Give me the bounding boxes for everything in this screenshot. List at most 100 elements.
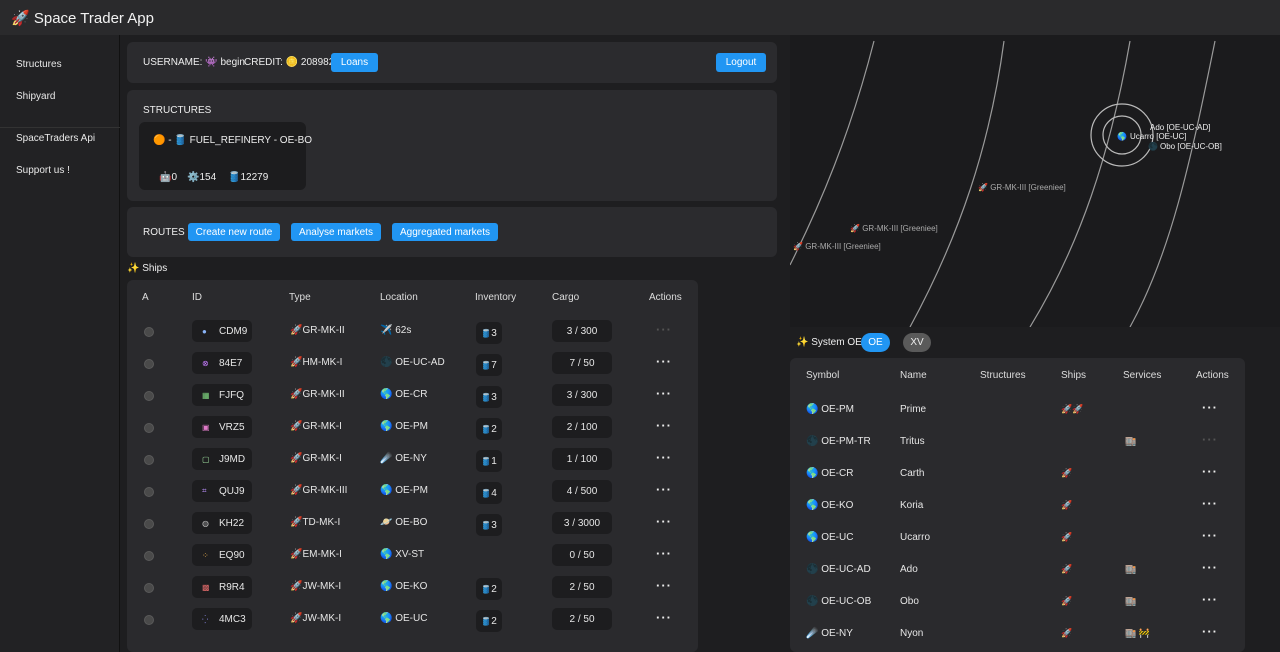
more-actions-icon[interactable]: ··· bbox=[656, 386, 672, 401]
table-row[interactable]: 🌑 OE-UC-OB Obo 🚀 🏬 ··· bbox=[790, 587, 1245, 619]
structure-item[interactable]: 🟠 - 🛢️ FUEL_REFINERY - OE-BO 🤖0 ⚙️154 🛢️… bbox=[139, 122, 312, 190]
inventory-chip[interactable]: 🛢️ 1 bbox=[476, 450, 502, 472]
ship-id-chip[interactable]: ● CDM9 bbox=[192, 320, 252, 342]
ship-id-chip[interactable]: ⁛ 4MC3 bbox=[192, 608, 252, 630]
ship-status-radio[interactable] bbox=[144, 487, 154, 497]
ship-status-radio[interactable] bbox=[144, 391, 154, 401]
more-actions-icon[interactable]: ··· bbox=[656, 418, 672, 433]
table-row[interactable]: ▣ VRZ5 🚀GR-MK-I 🌎 OE-PM 🛢️ 2 2 / 100 ··· bbox=[127, 412, 698, 444]
ship-avatar-icon: ⌗ bbox=[202, 486, 207, 495]
ship-marker-label[interactable]: 🚀 GR-MK-III [Greeniee] bbox=[793, 241, 881, 251]
table-row[interactable]: 🌑 OE-PM-TR Tritus 🏬 ··· bbox=[790, 427, 1245, 459]
ship-status-radio[interactable] bbox=[144, 551, 154, 561]
location-icon: 🌎 bbox=[380, 581, 393, 592]
ship-location: 🌎 OE-KO bbox=[380, 581, 428, 592]
more-actions-icon[interactable]: ··· bbox=[1202, 592, 1218, 607]
table-row[interactable]: ◍ KH22 🚀TD-MK-I 🪐 OE-BO 🛢️ 3 3 / 3000 ··· bbox=[127, 508, 698, 540]
table-row[interactable]: ● CDM9 🚀GR-MK-II ✈️ 62s 🛢️ 3 3 / 300 ··· bbox=[127, 316, 698, 348]
analyse-markets-button[interactable]: Analyse markets bbox=[291, 223, 381, 241]
rocket-icon: 🚀 bbox=[1061, 532, 1073, 542]
ship-id-chip[interactable]: ⊗ 84E7 bbox=[192, 352, 252, 374]
more-actions-icon[interactable]: ··· bbox=[656, 514, 672, 529]
more-actions-icon[interactable]: ··· bbox=[656, 610, 672, 625]
ship-id-chip[interactable]: ⁘ EQ90 bbox=[192, 544, 252, 566]
system-chip-xv[interactable]: XV bbox=[903, 333, 931, 352]
inventory-chip[interactable]: 🛢️ 3 bbox=[476, 322, 502, 344]
ship-id: CDM9 bbox=[219, 325, 248, 337]
planet-icon: 🌎 bbox=[806, 532, 819, 543]
table-row[interactable]: ⁛ 4MC3 🚀JW-MK-I 🌎 OE-UC 🛢️ 2 2 / 50 ··· bbox=[127, 604, 698, 636]
moon-label[interactable]: Obo [OE-UC-OB] bbox=[1160, 142, 1222, 151]
inventory-chip[interactable]: 🛢️ 3 bbox=[476, 514, 502, 536]
table-row[interactable]: 🌎 OE-KO Koria 🚀 ··· bbox=[790, 491, 1245, 523]
ship-status-radio[interactable] bbox=[144, 615, 154, 625]
inventory-chip[interactable]: 🛢️ 2 bbox=[476, 610, 502, 632]
table-row[interactable]: ⁘ EQ90 🚀EM-MK-I 🌎 XV-ST 0 / 50 ··· bbox=[127, 540, 698, 572]
sidebar-item-support[interactable]: Support us ! bbox=[16, 165, 70, 176]
ship-status-radio[interactable] bbox=[144, 327, 154, 337]
sidebar-item-spacetraders-api[interactable]: SpaceTraders Api bbox=[16, 133, 95, 144]
table-row[interactable]: 🌎 OE-PM Prime 🚀🚀 ··· bbox=[790, 395, 1245, 427]
table-row[interactable]: ⌗ QUJ9 🚀GR-MK-III 🌎 OE-PM 🛢️ 4 4 / 500 ··· bbox=[127, 476, 698, 508]
create-route-button[interactable]: Create new route bbox=[188, 223, 280, 241]
sidebar-item-structures[interactable]: Structures bbox=[16, 59, 62, 70]
ship-status-radio[interactable] bbox=[144, 423, 154, 433]
more-actions-icon[interactable]: ··· bbox=[656, 482, 672, 497]
username-value: begin bbox=[220, 57, 245, 68]
more-actions-icon[interactable]: ··· bbox=[656, 546, 672, 561]
sidebar: Structures Shipyard SpaceTraders Api Sup… bbox=[0, 35, 120, 652]
ship-id-chip[interactable]: ▩ R9R4 bbox=[192, 576, 252, 598]
aggregated-markets-button[interactable]: Aggregated markets bbox=[392, 223, 498, 241]
waypoint-name: Carth bbox=[900, 468, 925, 479]
location-icon: ☄️ bbox=[380, 453, 393, 464]
ship-id-chip[interactable]: ▢ J9MD bbox=[192, 448, 252, 470]
barrel-icon: 🛢️ bbox=[481, 456, 492, 466]
table-row[interactable]: ▩ R9R4 🚀JW-MK-I 🌎 OE-KO 🛢️ 2 2 / 50 ··· bbox=[127, 572, 698, 604]
ship-status-radio[interactable] bbox=[144, 519, 154, 529]
more-actions-icon[interactable]: ··· bbox=[656, 354, 672, 369]
ship-status-radio[interactable] bbox=[144, 583, 154, 593]
more-actions-icon[interactable]: ··· bbox=[1202, 496, 1218, 511]
planet-icon: 🌑 bbox=[806, 596, 819, 607]
more-actions-icon[interactable]: ··· bbox=[1202, 432, 1218, 447]
ship-marker-label[interactable]: 🚀 GR-MK-III [Greeniee] bbox=[978, 182, 1066, 192]
more-actions-icon[interactable]: ··· bbox=[1202, 624, 1218, 639]
more-actions-icon[interactable]: ··· bbox=[656, 578, 672, 593]
ship-id-chip[interactable]: ⌗ QUJ9 bbox=[192, 480, 252, 502]
system-chip-oe[interactable]: OE bbox=[861, 333, 890, 352]
inventory-chip[interactable]: 🛢️ 2 bbox=[476, 418, 502, 440]
ship-id-chip[interactable]: ◍ KH22 bbox=[192, 512, 252, 534]
moon-label[interactable]: Ado [OE-UC-AD] bbox=[1150, 123, 1210, 132]
ship-id-chip[interactable]: ▦ FJFQ bbox=[192, 384, 252, 406]
ship-status-radio[interactable] bbox=[144, 455, 154, 465]
logout-button[interactable]: Logout bbox=[716, 53, 766, 72]
inventory-chip[interactable]: 🛢️ 7 bbox=[476, 354, 502, 376]
column-header: Services bbox=[1123, 370, 1162, 381]
table-row[interactable]: 🌑 OE-UC-AD Ado 🚀 🏬 ··· bbox=[790, 555, 1245, 587]
column-header: Cargo bbox=[552, 292, 580, 303]
system-map[interactable]: 🌎 Ucarro [OE-UC] Ado [OE-UC-AD] 🌑 Obo [O… bbox=[790, 35, 1280, 327]
table-row[interactable]: ▢ J9MD 🚀GR-MK-I ☄️ OE-NY 🛢️ 1 1 / 100 ··· bbox=[127, 444, 698, 476]
inventory-chip[interactable]: 🛢️ 4 bbox=[476, 482, 502, 504]
table-row[interactable]: ▦ FJFQ 🚀GR-MK-II 🌎 OE-CR 🛢️ 3 3 / 300 ··· bbox=[127, 380, 698, 412]
table-row[interactable]: ⊗ 84E7 🚀HM-MK-I 🌑 OE-UC-AD 🛢️ 7 7 / 50 ··· bbox=[127, 348, 698, 380]
ship-id-chip[interactable]: ▣ VRZ5 bbox=[192, 416, 252, 438]
table-row[interactable]: ☄️ OE-NY Nyon 🚀 🏬 🚧 ··· bbox=[790, 619, 1245, 651]
store-icon: 🏬 🚧 bbox=[1125, 628, 1150, 638]
more-actions-icon[interactable]: ··· bbox=[656, 450, 672, 465]
more-actions-icon[interactable]: ··· bbox=[1202, 560, 1218, 575]
more-actions-icon[interactable]: ··· bbox=[1202, 528, 1218, 543]
more-actions-icon[interactable]: ··· bbox=[1202, 464, 1218, 479]
more-actions-icon[interactable]: ··· bbox=[656, 322, 672, 337]
ship-marker-label[interactable]: 🚀 GR-MK-III [Greeniee] bbox=[850, 223, 938, 233]
ship-status-radio[interactable] bbox=[144, 359, 154, 369]
sidebar-item-shipyard[interactable]: Shipyard bbox=[16, 91, 55, 102]
cargo-chip: 3 / 3000 bbox=[552, 512, 612, 534]
table-row[interactable]: 🌎 OE-CR Carth 🚀 ··· bbox=[790, 459, 1245, 491]
more-actions-icon[interactable]: ··· bbox=[1202, 400, 1218, 415]
planet-label[interactable]: Ucarro [OE-UC] bbox=[1130, 132, 1186, 141]
table-row[interactable]: 🌎 OE-UC Ucarro 🚀 ··· bbox=[790, 523, 1245, 555]
loans-button[interactable]: Loans bbox=[331, 53, 378, 72]
inventory-chip[interactable]: 🛢️ 3 bbox=[476, 386, 502, 408]
inventory-chip[interactable]: 🛢️ 2 bbox=[476, 578, 502, 600]
